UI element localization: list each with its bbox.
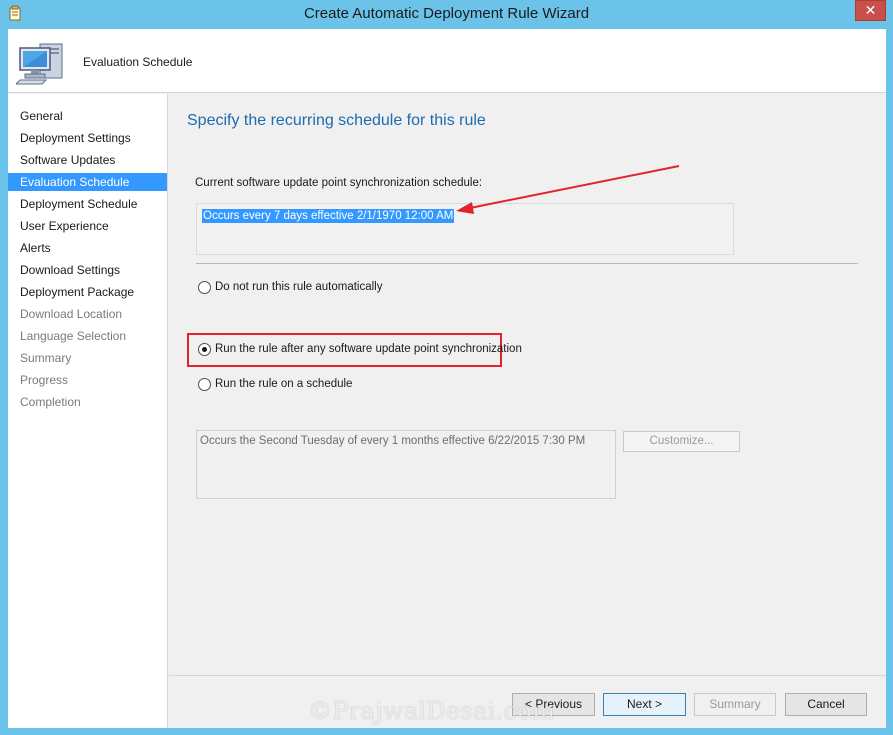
separator bbox=[196, 263, 858, 264]
nav-item-language-selection: Language Selection bbox=[20, 329, 127, 343]
sync-schedule-label: Current software update point synchroniz… bbox=[195, 177, 483, 189]
wizard-page: Specify the recurring schedule for this … bbox=[169, 94, 886, 674]
cancel-button[interactable]: Cancel bbox=[785, 693, 867, 716]
close-button[interactable]: ✕ bbox=[855, 0, 886, 21]
next-button[interactable]: Next > bbox=[603, 693, 686, 716]
schedule-value: Occurs the Second Tuesday of every 1 mon… bbox=[200, 435, 586, 447]
wizard-nav: General Deployment Settings Software Upd… bbox=[8, 94, 168, 728]
radio-button-unselected[interactable] bbox=[198, 281, 211, 294]
nav-item-download-settings[interactable]: Download Settings bbox=[8, 261, 167, 279]
radio-label: Do not run this rule automatically bbox=[215, 281, 383, 293]
title-bar[interactable]: Create Automatic Deployment Rule Wizard … bbox=[0, 0, 893, 28]
nav-item-general[interactable]: General bbox=[8, 107, 167, 125]
close-icon: ✕ bbox=[864, 2, 877, 18]
nav-item-software-updates[interactable]: Software Updates bbox=[8, 151, 167, 169]
nav-item-progress: Progress bbox=[20, 373, 69, 387]
nav-item-summary: Summary bbox=[20, 351, 72, 365]
wizard-client-area: Evaluation Schedule General Deployment S… bbox=[8, 29, 886, 728]
header-title: Evaluation Schedule bbox=[83, 55, 193, 69]
previous-button[interactable]: < Previous bbox=[512, 693, 595, 716]
nav-item-deployment-settings[interactable]: Deployment Settings bbox=[8, 129, 167, 147]
wizard-header: Evaluation Schedule bbox=[8, 29, 886, 93]
radio-button-selected[interactable] bbox=[198, 343, 211, 356]
computer-icon bbox=[16, 43, 63, 85]
radio-label: Run the rule after any software update p… bbox=[215, 343, 522, 355]
footer-separator bbox=[169, 675, 886, 676]
sync-schedule-value[interactable]: Occurs every 7 days effective 2/1/1970 1… bbox=[202, 209, 455, 223]
schedule-textbox: Occurs the Second Tuesday of every 1 mon… bbox=[196, 430, 616, 499]
wizard-window: Create Automatic Deployment Rule Wizard … bbox=[0, 0, 893, 735]
window-title: Create Automatic Deployment Rule Wizard bbox=[303, 5, 590, 22]
sync-schedule-textbox[interactable]: Occurs every 7 days effective 2/1/1970 1… bbox=[196, 203, 734, 255]
nav-item-download-location: Download Location bbox=[20, 307, 123, 321]
summary-button: Summary bbox=[694, 693, 776, 716]
nav-item-evaluation-schedule[interactable]: Evaluation Schedule bbox=[8, 173, 167, 191]
nav-item-alerts[interactable]: Alerts bbox=[8, 239, 167, 257]
page-heading: Specify the recurring schedule for this … bbox=[187, 112, 486, 129]
nav-item-deployment-schedule[interactable]: Deployment Schedule bbox=[8, 195, 167, 213]
nav-item-deployment-package[interactable]: Deployment Package bbox=[8, 283, 167, 301]
radio-label: Run the rule on a schedule bbox=[215, 378, 353, 390]
nav-item-completion: Completion bbox=[20, 395, 81, 409]
radio-button-unselected[interactable] bbox=[198, 378, 211, 391]
customize-button: Customize... bbox=[623, 431, 740, 452]
nav-item-user-experience[interactable]: User Experience bbox=[8, 217, 167, 235]
